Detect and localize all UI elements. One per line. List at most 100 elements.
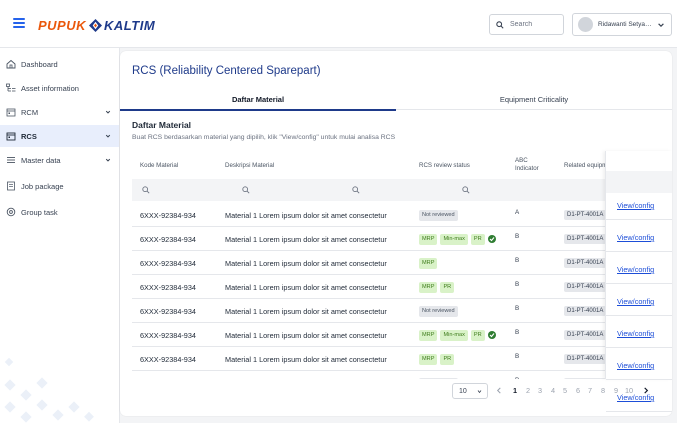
- status-badge: Not reviewed: [419, 305, 458, 317]
- cell-abc: B: [515, 281, 520, 288]
- cell-status: MRP Min-max PR: [419, 323, 496, 347]
- table-row: 6XXX-92384-934 Material 1 Lorem ipsum dol…: [132, 323, 660, 347]
- chevron-down-icon: [658, 22, 664, 27]
- view-config-link[interactable]: View/config: [617, 233, 654, 242]
- page-number[interactable]: 7: [588, 386, 592, 395]
- search-icon[interactable]: [142, 186, 150, 194]
- page-number[interactable]: 10: [625, 386, 633, 395]
- cell-deskripsi: Material 1 Lorem ipsum dolor sit amet co…: [225, 354, 387, 364]
- action-row-divider: [606, 411, 672, 412]
- sidebar-item-job-package[interactable]: Job package: [0, 175, 119, 197]
- action-column: View/config View/config View/config View/co…: [605, 151, 672, 412]
- cell-deskripsi: Material 1 Lorem ipsum dolor sit amet co…: [225, 234, 387, 244]
- sidebar-item-dashboard[interactable]: Dashboard: [0, 53, 119, 75]
- status-badge: MRP: [419, 233, 438, 245]
- cell-status: MRP PR: [419, 347, 457, 371]
- cell-kode: 6XXX-92384-934: [140, 258, 196, 268]
- page-number[interactable]: 3: [538, 386, 542, 395]
- tab-daftar-material[interactable]: Daftar Material: [120, 89, 396, 110]
- column-header-status[interactable]: RCS review status: [419, 151, 470, 179]
- related-equipment-chip: D1-PT-4001A: [564, 330, 607, 340]
- page-number[interactable]: 9: [614, 386, 618, 395]
- sidebar-item-label: Dashboard: [21, 59, 58, 69]
- cell-abc: B: [515, 371, 519, 379]
- user-menu[interactable]: Ridawanti Setyaningsih: [572, 13, 672, 36]
- logo-text-left: PUPUK: [38, 17, 87, 33]
- cell-abc: B: [515, 233, 520, 240]
- check-circle-icon: [487, 235, 496, 243]
- page-number[interactable]: 6: [576, 386, 580, 395]
- action-row-divider: [606, 219, 672, 220]
- cell-abc: B: [515, 353, 520, 360]
- related-equipment-chip: D1-PT-4001A: [564, 354, 607, 364]
- sidebar-item-rcm[interactable]: RCM: [0, 101, 119, 123]
- document-icon: [7, 181, 15, 191]
- status-badge: MRP: [419, 281, 438, 293]
- material-table: Kode Material Deskripsi Material RCS rev…: [132, 151, 660, 379]
- search-icon[interactable]: [242, 186, 250, 194]
- company-logo[interactable]: PUPUK KALTIM: [38, 16, 155, 34]
- page-number[interactable]: 5: [563, 386, 567, 395]
- sidebar-item-label: Master data: [21, 155, 61, 165]
- calendar-icon: [6, 108, 16, 117]
- hamburger-menu-icon[interactable]: [13, 18, 25, 28]
- cell-related: D1-PT-4001A: [564, 299, 607, 323]
- page-number[interactable]: 4: [551, 386, 555, 395]
- cell-deskripsi: Material 1 Lorem ipsum dolor sit amet co…: [225, 210, 387, 220]
- cell-related: D1-PT-4001A: [564, 251, 607, 275]
- cell-status: MRP: [419, 251, 440, 275]
- cell-status: Not reviewed: [419, 299, 461, 323]
- status-badge: PR: [440, 281, 455, 293]
- cell-status: Not reviewed: [419, 203, 461, 227]
- sidebar-item-label: Group task: [21, 207, 58, 217]
- status-badge: PR: [470, 329, 485, 341]
- cell-abc: B: [515, 305, 520, 312]
- chevron-left-icon[interactable]: [496, 387, 502, 394]
- cell-kode: 6XXX-92384-934: [140, 234, 196, 244]
- column-header-abc[interactable]: ABC Indicator: [515, 151, 551, 179]
- view-config-link[interactable]: View/config: [617, 393, 654, 402]
- tab-equipment-criticality[interactable]: Equipment Criticality: [396, 89, 672, 110]
- column-header-kode[interactable]: Kode Material: [140, 151, 178, 179]
- chevron-right-icon[interactable]: [643, 387, 649, 394]
- cell-kode: 6XXX-92384-934: [140, 354, 196, 364]
- search-icon[interactable]: [352, 186, 360, 194]
- view-config-link[interactable]: View/config: [617, 361, 654, 370]
- status-badge: MRP: [419, 353, 438, 365]
- sidebar-item-asset-information[interactable]: Asset information: [0, 77, 119, 99]
- cell-related: D1-PT-4001A: [564, 347, 607, 371]
- column-header-deskripsi[interactable]: Deskripsi Material: [225, 151, 274, 179]
- sidebar-item-group-task[interactable]: Group task: [0, 201, 119, 223]
- sidebar-item-master-data[interactable]: Master data: [0, 149, 119, 171]
- action-row-divider: [606, 315, 672, 316]
- sidebar: Dashboard Asset information RCM RCS Mast…: [0, 48, 120, 423]
- page-number[interactable]: 2: [526, 386, 530, 395]
- status-badge: PR: [440, 353, 455, 365]
- table-row: 6XXX-92384-934 Material 1 Lorem ipsum dol…: [132, 203, 660, 227]
- view-config-link[interactable]: View/config: [617, 265, 654, 274]
- table-row: 6XXX-92384-934 Material 1 Lorem ipsum dol…: [132, 371, 660, 379]
- chevron-down-icon: [105, 158, 111, 162]
- page-number[interactable]: 8: [601, 386, 605, 395]
- view-config-link[interactable]: View/config: [617, 329, 654, 338]
- related-equipment-chip: D1-PT-4001A: [564, 282, 607, 292]
- view-config-link[interactable]: View/config: [617, 297, 654, 306]
- search-input[interactable]: [510, 21, 560, 28]
- page-size-value: 10: [459, 387, 467, 395]
- table-row: 6XXX-92384-934 Material 1 Lorem ipsum dol…: [132, 275, 660, 299]
- view-config-link[interactable]: View/config: [617, 201, 654, 210]
- filter-row: [132, 179, 660, 201]
- sidebar-item-rcs[interactable]: RCS: [0, 125, 119, 147]
- list-icon: [7, 157, 15, 163]
- action-row-divider: [606, 283, 672, 284]
- search-field[interactable]: [489, 14, 564, 35]
- sidebar-item-label: RCS: [21, 131, 37, 141]
- page-size-select[interactable]: 10: [452, 383, 488, 399]
- cell-deskripsi: Material 1 Lorem ipsum dolor sit amet co…: [225, 258, 387, 268]
- search-icon[interactable]: [462, 186, 470, 194]
- cell-abc: A: [515, 209, 520, 216]
- page-number[interactable]: 1: [513, 386, 517, 395]
- cell-deskripsi: Material 1 Lorem ipsum dolor sit amet co…: [225, 306, 387, 316]
- status-badge: Min-max: [440, 233, 468, 245]
- cell-kode: 6XXX-92384-934: [140, 282, 196, 292]
